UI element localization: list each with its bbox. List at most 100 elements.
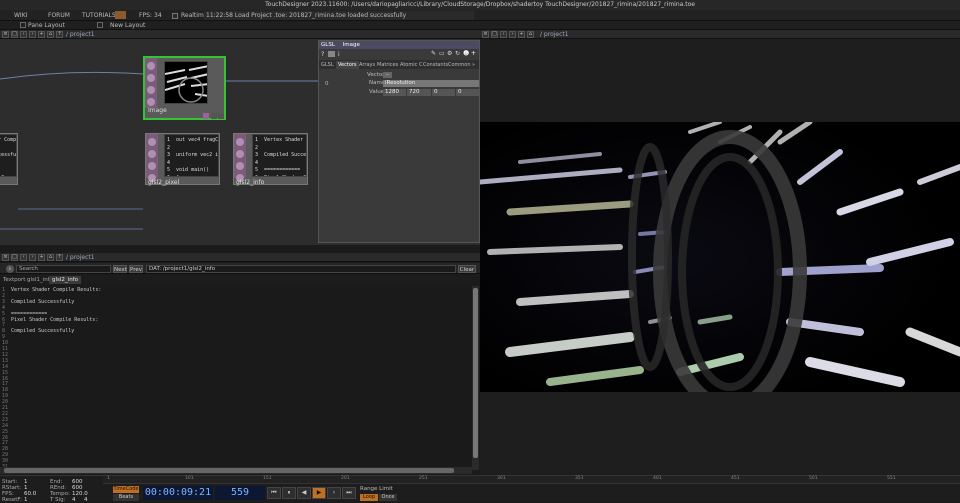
pane-split-icon[interactable]: □ [491,31,498,38]
glsl2-pixel-name[interactable]: glsl2_pixel [148,179,179,186]
home-icon[interactable]: ⌂ [527,31,534,38]
smiley-icon[interactable]: ☻ [463,50,469,57]
tab-atomic[interactable]: Atomic C [400,61,422,69]
pane-menu-icon[interactable]: ≡ [482,31,489,38]
next-button[interactable]: Next [113,265,127,273]
up-icon[interactable]: ↑ [56,31,63,38]
tsig-a-value[interactable]: 4 [72,497,76,503]
node-clone-icon[interactable] [147,86,155,94]
timecode-display[interactable]: 00:00:09:21 [143,486,213,500]
tsig-b-value[interactable]: 4 [84,497,88,503]
step-back-icon[interactable]: ⏸ [282,487,296,499]
node-bypass-icon[interactable] [147,62,155,70]
pane-split-icon[interactable]: □ [11,254,18,261]
horizontal-scrollbar[interactable] [0,467,472,474]
add-icon[interactable]: + [518,31,525,38]
back-arrow-icon[interactable]: ‹ [20,31,27,38]
tab-glsl[interactable]: GLSL [321,61,334,69]
value-field-x[interactable]: 1280 [383,89,406,96]
value-field-z[interactable]: 0 [432,89,455,96]
glsl2-info-node[interactable]: 1 Vertex Shader Co 2 3 Compiled Succes 4… [233,133,308,186]
tab-arrays[interactable]: Arrays [359,61,375,69]
tab-matrices[interactable]: Matrices [377,61,398,69]
tab-common[interactable]: Common [448,61,471,69]
pane-split-icon[interactable]: □ [11,31,18,38]
settings-icon[interactable]: ⚙ [447,50,452,57]
step-forward-icon[interactable]: › [327,487,341,499]
reset-value[interactable]: 1 [24,497,28,503]
refresh-icon[interactable]: ↻ [455,50,460,57]
timeline-ruler[interactable]: 1 101 151 201 251 301 351 401 451 501 551 [103,476,960,484]
home-icon[interactable]: ⌂ [47,254,54,261]
menu-wiki[interactable]: WIKI [14,11,27,20]
pane-menu-icon[interactable]: ≡ [2,254,9,261]
network-path[interactable]: / project1 [66,31,95,38]
help-icon[interactable]: ? [321,51,324,58]
edit-icon[interactable]: ✎ [431,50,436,57]
pane-menu-icon[interactable]: ≡ [2,31,9,38]
menu-forum[interactable]: FORUM [48,11,70,20]
menu-tutorials[interactable]: TUTORIALS [82,11,116,20]
add-icon[interactable]: + [38,31,45,38]
value-field-y[interactable]: 720 [407,89,431,96]
tabs-more-icon[interactable]: » [472,61,475,69]
parameter-dialog[interactable]: GLSL Image ? i ✎ ▭ ⚙ ↻ ☻ + GLSL Vectors … [318,40,480,243]
node-flag-icon[interactable] [203,113,209,119]
python-icon[interactable] [328,51,335,57]
search-icon[interactable]: ⌕ [6,265,14,273]
back-arrow-icon[interactable]: ‹ [500,31,507,38]
glsl2-pixel-node[interactable]: 1 out vec4 fragColor; 2 3 uniform vec2 i… [145,133,220,186]
tab-vectors[interactable]: Vectors [336,61,359,69]
node-edit-icon[interactable] [148,162,156,170]
once-button[interactable]: Once [379,494,397,501]
back-arrow-icon[interactable]: ‹ [20,254,27,261]
uniform-name-field[interactable]: iResolution [383,80,479,87]
home-icon[interactable]: ⌂ [47,31,54,38]
text-pane-path[interactable]: / project1 [66,254,95,261]
forward-arrow-icon[interactable]: › [29,254,36,261]
forward-arrow-icon[interactable]: › [29,31,36,38]
realtime-checkbox-icon[interactable] [172,12,178,19]
info-icon[interactable]: i [338,51,340,58]
new-layout-checkbox-icon[interactable] [97,22,103,28]
vertical-scroll-thumb[interactable] [473,288,478,458]
play-reverse-icon[interactable]: ◀ [297,487,311,499]
loop-button[interactable]: Loop [360,494,378,501]
image-node[interactable]: Image [143,56,226,120]
comment-icon[interactable]: ▭ [439,50,445,57]
node-viewer-icon[interactable] [147,98,155,106]
glsl2-info-name[interactable]: glsl2_info [236,179,264,186]
node-lock-icon[interactable] [148,150,156,158]
node-lock-icon[interactable] [147,74,155,82]
image-node-name[interactable]: Image [148,107,167,114]
left-info-node[interactable]: Vertex Shader Comp Compiled Successfu ==… [0,133,18,185]
param-op-name[interactable]: Image [343,42,360,48]
forward-arrow-icon[interactable]: › [509,31,516,38]
node-edit-icon[interactable] [236,162,244,170]
realtime-toggle[interactable]: Realtime [172,11,208,20]
node-bypass-icon[interactable] [148,138,156,146]
up-icon[interactable]: ↑ [56,254,63,261]
node-lock-icon[interactable] [236,150,244,158]
tab-glsl2-info[interactable]: glsl2_info [49,276,81,284]
play-forward-icon[interactable]: ▶ [312,487,326,499]
timecode-button[interactable]: TimeCode [113,486,139,493]
goto-start-icon[interactable]: ⏮ [267,487,281,499]
text-editor[interactable]: 1 Vertex Shader Compile Results: 2 3 Comp… [0,284,472,470]
clear-button[interactable]: Clear [458,265,476,273]
prev-button[interactable]: Prev [129,265,143,273]
node-flag-icon[interactable] [211,113,217,119]
vertical-scrollbar[interactable] [472,286,479,470]
node-flag-icon[interactable] [218,113,224,119]
horizontal-scroll-thumb[interactable] [4,468,454,473]
vector-remove-icon[interactable]: − [383,72,392,78]
pane-layout-checkbox-icon[interactable] [20,22,26,28]
dat-path-field[interactable]: DAT: /project1/glsl2_info [146,265,456,273]
add-icon[interactable]: + [38,254,45,261]
viewer-path[interactable]: / project1 [540,31,569,38]
search-input[interactable]: Search [16,265,111,273]
goto-end-icon[interactable]: ⏭ [342,487,356,499]
tab-constants[interactable]: Constants [423,61,448,69]
frame-display[interactable]: 559 [215,486,265,500]
beats-button[interactable]: Beats [113,494,139,501]
